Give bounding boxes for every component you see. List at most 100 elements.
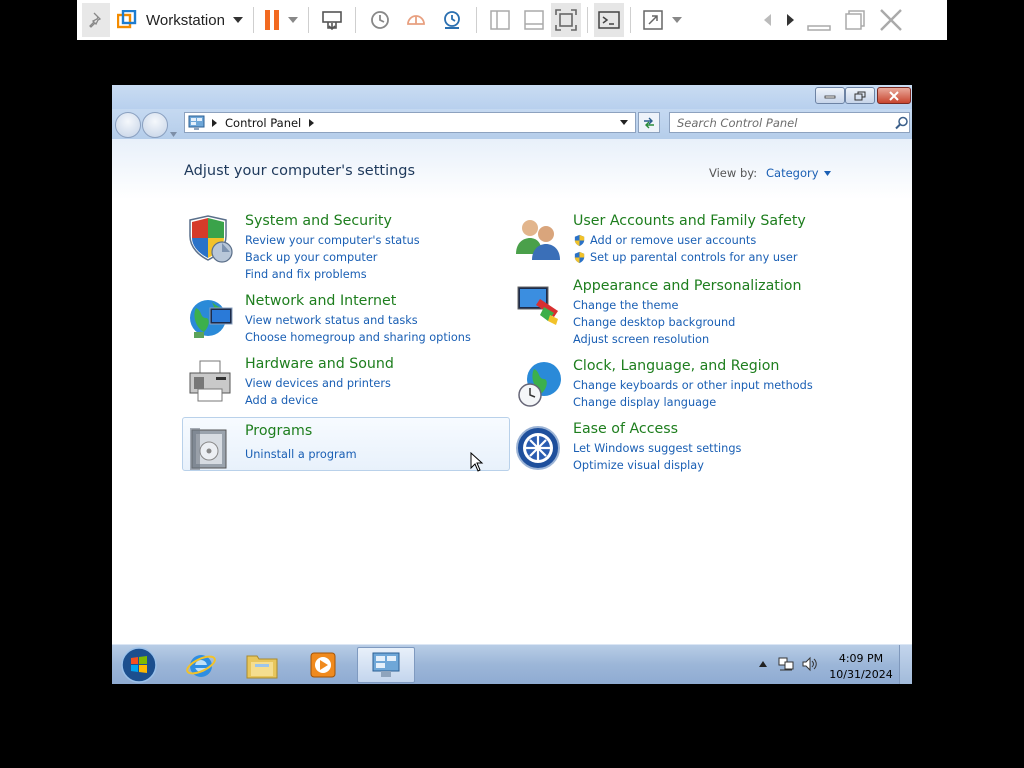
link-label[interactable]: Set up parental controls for any user: [590, 251, 798, 264]
category-network-and-internet[interactable]: Network and Internet View network status…: [184, 293, 512, 348]
breadcrumb-chevron-icon[interactable]: [309, 118, 315, 127]
category-clock-language-region[interactable]: Clock, Language, and Region Change keybo…: [512, 358, 840, 413]
thumbnail-view-icon[interactable]: [517, 3, 551, 37]
category-ease-of-access[interactable]: Ease of Access Let Windows suggest setti…: [512, 421, 840, 476]
link-review-status[interactable]: Review your computer's status: [245, 232, 420, 249]
link-homegroup-sharing[interactable]: Choose homegroup and sharing options: [245, 329, 471, 346]
category-hardware-and-sound[interactable]: Hardware and Sound View devices and prin…: [184, 356, 512, 411]
stretch-icon[interactable]: [637, 3, 669, 37]
link-change-theme[interactable]: Change the theme: [573, 297, 735, 314]
show-hidden-icons-icon[interactable]: [759, 661, 767, 667]
users-icon: [516, 220, 560, 260]
link-change-keyboards[interactable]: Change keyboards or other input methods: [573, 377, 813, 394]
next-icon[interactable]: [779, 3, 801, 37]
separator: [307, 7, 309, 33]
breadcrumb-chevron-icon[interactable]: [212, 118, 218, 127]
restore-icon[interactable]: [837, 3, 873, 37]
link-desktop-background[interactable]: Change desktop background: [573, 314, 735, 331]
separator: [629, 7, 631, 33]
search-input[interactable]: [677, 115, 889, 130]
guest-screen: Control Panel Adjust your computer's set…: [112, 85, 912, 684]
category-title[interactable]: Ease of Access: [573, 421, 678, 437]
snapshot-manager-icon[interactable]: [434, 3, 470, 37]
link-back-up[interactable]: Back up your computer: [245, 249, 420, 266]
link-display-language[interactable]: Change display language: [573, 394, 813, 411]
window-close-button[interactable]: [877, 87, 911, 104]
link-add-device[interactable]: Add a device: [245, 392, 391, 409]
stretch-dropdown-icon[interactable]: [669, 3, 685, 37]
folder-icon: [246, 655, 278, 679]
clock-time: 4:09 PM: [838, 652, 884, 665]
breadcrumb-control-panel[interactable]: Control Panel: [225, 116, 301, 130]
shield-security-icon: [189, 215, 233, 263]
address-bar[interactable]: Control Panel: [184, 112, 636, 133]
link-uninstall-program[interactable]: Uninstall a program: [245, 446, 357, 463]
pin-icon[interactable]: [82, 3, 110, 37]
category-user-accounts[interactable]: User Accounts and Family Safety Add or r…: [512, 213, 840, 268]
category-programs[interactable]: Programs Uninstall a program: [184, 423, 512, 478]
taskbar-clock[interactable]: 4:09 PM 10/31/2024: [828, 651, 894, 683]
window-minimize-button[interactable]: [815, 87, 845, 104]
taskbar-internet-explorer[interactable]: [172, 647, 230, 683]
category-title[interactable]: Programs: [245, 423, 312, 439]
separator: [252, 7, 254, 33]
search-box[interactable]: [669, 112, 910, 133]
vm-title[interactable]: Workstation: [146, 12, 225, 29]
revert-snapshot-icon[interactable]: [398, 3, 434, 37]
uac-shield-icon: [574, 251, 585, 264]
window-titlebar: [112, 85, 912, 109]
category-system-and-security[interactable]: System and Security Review your computer…: [184, 213, 512, 281]
clock-globe-icon: [518, 362, 561, 407]
category-title[interactable]: Network and Internet: [245, 293, 396, 309]
taskbar-media-player[interactable]: [294, 647, 352, 683]
network-tray-icon[interactable]: [778, 656, 794, 672]
show-desktop-button[interactable]: [899, 645, 912, 684]
link-label[interactable]: Add or remove user accounts: [590, 234, 756, 247]
view-by-dropdown[interactable]: Category: [766, 166, 831, 180]
mouse-cursor-icon: [470, 452, 484, 472]
search-icon[interactable]: [895, 116, 909, 130]
address-dropdown-icon[interactable]: [620, 120, 628, 125]
refresh-button[interactable]: [638, 112, 660, 133]
category-title[interactable]: System and Security: [245, 213, 392, 229]
category-appearance[interactable]: Appearance and Personalization Change th…: [512, 278, 840, 346]
link-parental-controls[interactable]: Set up parental controls for any user: [573, 249, 798, 266]
category-title[interactable]: Hardware and Sound: [245, 356, 394, 372]
vmware-logo-icon: [116, 3, 138, 37]
snapshot-icon[interactable]: [362, 3, 398, 37]
link-windows-suggest[interactable]: Let Windows suggest settings: [573, 440, 741, 457]
category-title[interactable]: User Accounts and Family Safety: [573, 213, 806, 229]
taskbar-windows-explorer[interactable]: [233, 647, 291, 683]
taskbar-control-panel[interactable]: [357, 647, 415, 683]
link-optimize-display[interactable]: Optimize visual display: [573, 457, 741, 474]
view-by-dropdown-icon[interactable]: [823, 170, 831, 176]
category-title[interactable]: Clock, Language, and Region: [573, 358, 779, 374]
console-icon[interactable]: [593, 3, 624, 37]
prev-icon[interactable]: [757, 3, 779, 37]
close-icon[interactable]: [873, 3, 909, 37]
category-title[interactable]: Appearance and Personalization: [573, 278, 801, 294]
title-dropdown-icon[interactable]: [229, 3, 247, 37]
page-title: Adjust your computer's settings: [184, 163, 416, 179]
start-button[interactable]: [112, 647, 166, 683]
link-network-status[interactable]: View network status and tasks: [245, 312, 471, 329]
power-dropdown-icon[interactable]: [284, 3, 302, 37]
control-panel-icon: [372, 652, 400, 677]
view-by-value[interactable]: Category: [766, 166, 819, 180]
forward-button[interactable]: [142, 112, 168, 138]
link-add-remove-users[interactable]: Add or remove user accounts: [573, 232, 798, 249]
link-screen-resolution[interactable]: Adjust screen resolution: [573, 331, 735, 348]
pause-icon[interactable]: [260, 3, 284, 37]
volume-tray-icon[interactable]: [802, 656, 818, 672]
network-globe-icon: [190, 300, 233, 338]
minimize-icon[interactable]: [801, 3, 837, 37]
link-find-fix-problems[interactable]: Find and fix problems: [245, 266, 420, 283]
send-keys-icon[interactable]: [315, 3, 349, 37]
media-player-icon: [310, 652, 336, 678]
vmware-toolbar: Workstation: [77, 0, 947, 40]
link-devices-printers[interactable]: View devices and printers: [245, 375, 391, 392]
back-button[interactable]: [115, 112, 141, 138]
fullscreen-icon[interactable]: [550, 3, 581, 37]
library-view-icon[interactable]: [483, 3, 517, 37]
window-restore-button[interactable]: [845, 87, 875, 104]
